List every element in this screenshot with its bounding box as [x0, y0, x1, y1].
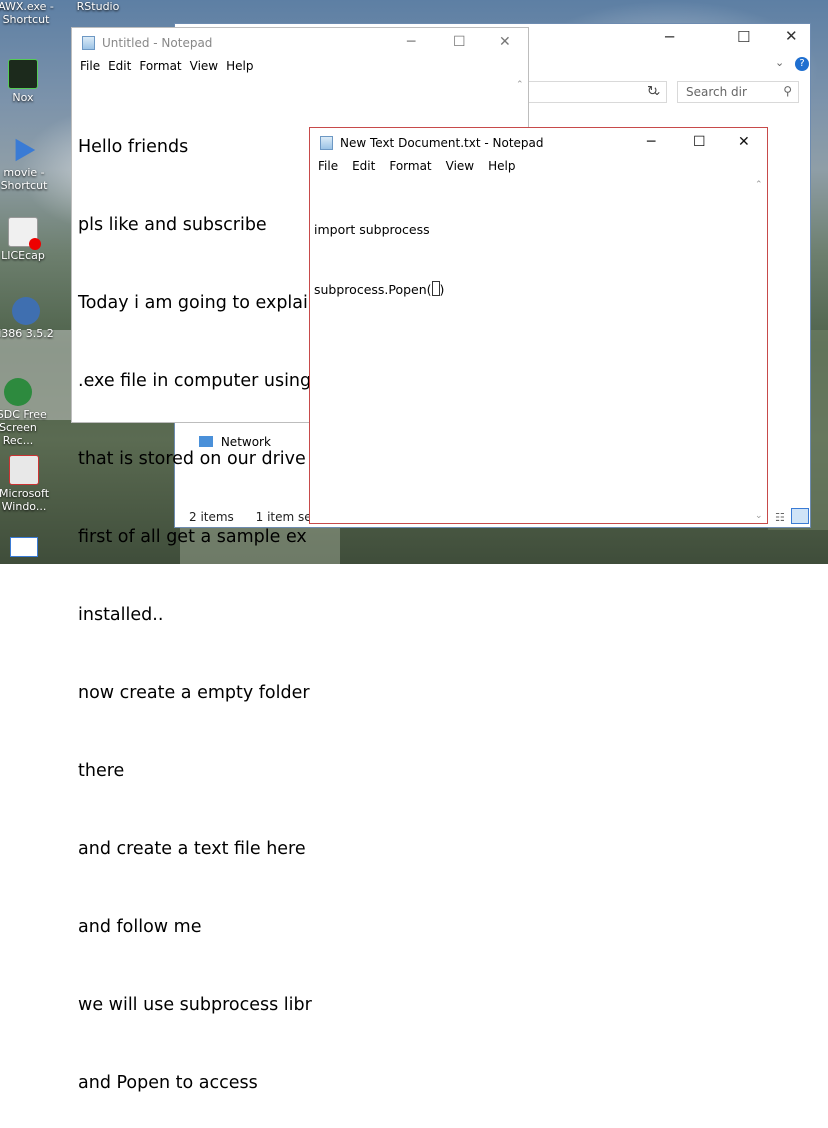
details-view-icon[interactable]: ☷	[775, 511, 785, 524]
text-line: that is stored on our drive	[78, 449, 306, 469]
menu-view[interactable]: View	[190, 59, 218, 73]
desktop-icon-label: LICEcap	[1, 249, 45, 262]
text-line: and follow me	[78, 917, 202, 937]
desktop-icon-label: i386 3.5.2	[0, 327, 54, 340]
code-line: import subprocess	[314, 222, 430, 237]
desktop-icon-movie[interactable]: movie - Shortcut	[0, 136, 54, 192]
text-line: now create a empty folder	[78, 683, 310, 703]
text-line: Hello friends	[78, 137, 189, 157]
window-title: New Text Document.txt - Notepad	[340, 136, 544, 150]
text-area[interactable]: Hello friends pls like and subscribe Tod…	[78, 82, 319, 1128]
notepad-icon	[320, 136, 333, 150]
text-cursor	[431, 281, 440, 296]
code-text: subprocess.Popen(	[314, 282, 432, 297]
licecap-icon	[8, 217, 41, 250]
text-area[interactable]: import subprocess subprocess.Popen()	[314, 180, 444, 340]
menu-view[interactable]: View	[446, 159, 474, 173]
menu-format[interactable]: Format	[389, 159, 431, 173]
desktop-icon-label: movie - Shortcut	[0, 166, 48, 192]
large-icons-view-icon[interactable]	[791, 508, 809, 524]
text-line: Today i am going to explain	[78, 293, 319, 313]
maximize-icon[interactable]: ☐	[693, 134, 706, 150]
scroll-up-icon[interactable]: ⌃	[516, 80, 524, 90]
text-line: installed..	[78, 605, 164, 625]
help-icon[interactable]: ?	[795, 57, 809, 71]
address-bar[interactable]: ⌄	[525, 81, 667, 103]
nox-icon	[8, 59, 38, 89]
code-line: subprocess.Popen()	[314, 280, 444, 300]
menu-edit[interactable]: Edit	[352, 159, 375, 173]
maximize-icon[interactable]: ☐	[737, 28, 750, 46]
play-icon	[15, 138, 36, 162]
text-line: first of all get a sample ex	[78, 527, 307, 547]
refresh-icon[interactable]: ↻	[647, 84, 658, 99]
notepad-new-text-document-window: New Text Document.txt - Notepad ─ ☐ ✕ Fi…	[309, 127, 768, 524]
desktop-icon-rstudio[interactable]: RStudio	[68, 0, 128, 13]
close-icon[interactable]: ✕	[785, 27, 798, 45]
desktop-icon-label: VSDC Free Screen Rec...	[0, 408, 47, 447]
desktop-icon-label: Nox	[12, 91, 34, 104]
window-title: Untitled - Notepad	[102, 36, 213, 50]
text-line: we will use subprocess libr	[78, 995, 312, 1015]
text-line: and Popen to access	[78, 1073, 258, 1093]
close-icon[interactable]: ✕	[499, 34, 511, 50]
desktop-icon-label: Microsoft Windo...	[0, 487, 50, 513]
minimize-icon[interactable]: ─	[665, 28, 674, 46]
desktop-icon-microsoft[interactable]: Microsoft Windo...	[0, 455, 54, 513]
text-line: there	[78, 761, 125, 781]
notepad-icon	[82, 36, 95, 50]
desktop-icon-licecap[interactable]: LICEcap	[0, 217, 53, 262]
minimize-icon[interactable]: ─	[647, 134, 655, 150]
desktop-icon-window[interactable]	[10, 537, 38, 557]
r-icon	[12, 297, 40, 325]
close-icon[interactable]: ✕	[738, 134, 750, 150]
scroll-up-icon[interactable]: ⌃	[755, 180, 763, 190]
desktop-icon-awx[interactable]: AWX.exe - Shortcut	[0, 0, 56, 26]
search-input[interactable]: Search dir ⚲	[677, 81, 799, 103]
text-line: and create a text file here	[78, 839, 306, 859]
text-line: pls like and subscribe	[78, 215, 267, 235]
search-placeholder: Search dir	[686, 85, 747, 99]
desktop-icon-vsdc[interactable]: VSDC Free Screen Rec...	[0, 378, 48, 447]
title-bar: Untitled - Notepad ─ ☐ ✕	[72, 28, 528, 58]
desktop-icon-nox[interactable]: Nox	[0, 59, 53, 104]
desktop-icon-label: AWX.exe - Shortcut	[0, 0, 54, 26]
desktop-icon-r[interactable]: i386 3.5.2	[0, 297, 56, 340]
menu-help[interactable]: Help	[488, 159, 515, 173]
menu-help[interactable]: Help	[226, 59, 253, 73]
vertical-scrollbar[interactable]: ⌃ ⌄	[752, 178, 767, 523]
chart-doc-icon	[9, 455, 39, 485]
menu-file[interactable]: File	[80, 59, 100, 73]
title-bar: New Text Document.txt - Notepad ─ ☐ ✕	[310, 128, 767, 158]
vsdc-icon	[4, 378, 32, 406]
chevron-down-icon[interactable]: ⌄	[775, 56, 784, 69]
code-text: )	[439, 282, 445, 297]
menu-bar: File Edit Format View Help	[310, 159, 767, 179]
desktop-icon-label: RStudio	[76, 0, 120, 13]
search-icon: ⚲	[783, 84, 792, 98]
scroll-down-icon[interactable]: ⌄	[755, 511, 763, 521]
maximize-icon[interactable]: ☐	[453, 34, 466, 50]
text-line: .exe file in computer using	[78, 371, 312, 391]
menu-format[interactable]: Format	[139, 59, 181, 73]
menu-bar: File Edit Format View Help	[72, 59, 528, 79]
menu-file[interactable]: File	[318, 159, 338, 173]
minimize-icon[interactable]: ─	[407, 34, 415, 50]
menu-edit[interactable]: Edit	[108, 59, 131, 73]
